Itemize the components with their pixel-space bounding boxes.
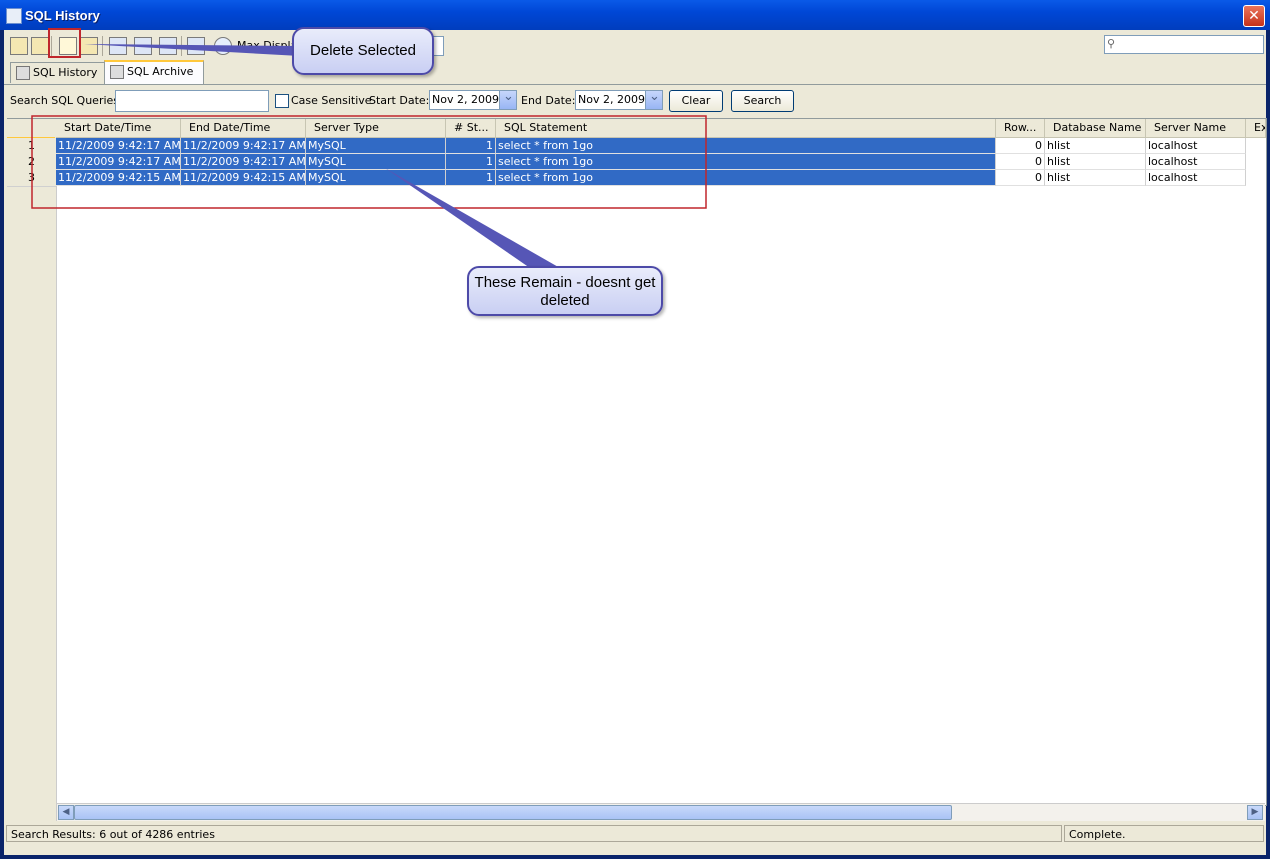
remain-callout: These Remain - doesnt get deleted: [467, 266, 663, 316]
remain-callout-pointer: [385, 168, 560, 268]
delete-callout-pointer: [84, 44, 300, 56]
rows-highlight: [31, 115, 707, 209]
annotation-overlay: [31, 28, 707, 268]
delete-selected-callout: Delete Selected: [292, 27, 434, 75]
delete-selected-highlight: [48, 28, 81, 58]
